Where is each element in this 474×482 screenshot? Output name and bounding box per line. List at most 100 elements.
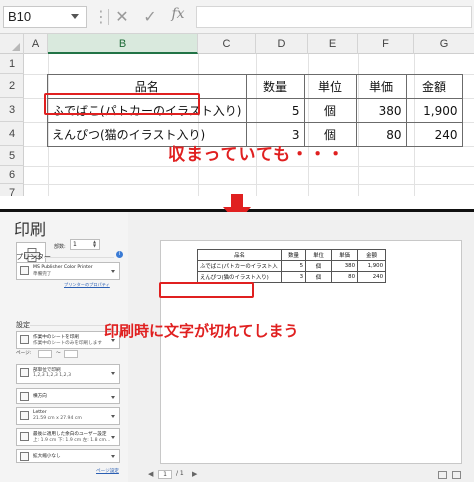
printer-dropdown[interactable]: MS Publisher Color Printer 準備完了 — [16, 262, 120, 280]
printer-status: 準備完了 — [33, 272, 52, 277]
total-pages: / 1 — [176, 470, 184, 477]
row-header-5[interactable]: 5 — [0, 146, 24, 166]
paper-size-dropdown[interactable]: Letter 21.59 cm x 27.94 cm — [16, 407, 120, 425]
margins-dropdown[interactable]: 最後に適用した余白のユーザー設定 上: 1.9 cm 下: 1.9 cm 左: … — [16, 428, 120, 446]
preview-table-row: ふでばこ(パトカーのイラスト入 5 個 380 1,900 — [197, 260, 386, 272]
next-page-icon[interactable]: ▶ — [192, 470, 197, 478]
current-page-input[interactable]: 1 — [158, 470, 172, 479]
insert-function-icon[interactable]: fx — [168, 6, 188, 28]
collate-icon — [20, 368, 29, 377]
print-title: 印刷 — [14, 220, 47, 239]
preview-cell: えんぴつ(猫のイラスト入り) — [197, 271, 282, 283]
formula-separator — [108, 9, 109, 25]
printer-small-icon — [20, 266, 29, 275]
scaling-dropdown[interactable]: 拡大縮小なし — [16, 449, 120, 463]
zoom-to-page-icon[interactable] — [452, 471, 461, 479]
column-header-d[interactable]: D — [256, 34, 308, 54]
column-header-b[interactable]: B — [48, 34, 198, 54]
settings-section-heading: 設定 — [16, 321, 30, 329]
print-scope-desc: 作業中のシートのみを印刷します — [33, 341, 102, 346]
pages-to-input[interactable] — [64, 350, 78, 358]
show-margins-icon[interactable] — [438, 471, 447, 479]
pages-range: ページ: ～ — [16, 350, 120, 360]
print-backstage: 印刷 印刷 部数: 1 ▲▼ プリンター i MS Publisher Colo… — [0, 212, 474, 482]
preview-header-cell: 品名 — [197, 249, 282, 261]
chevron-down-icon — [111, 270, 115, 273]
orientation-icon — [20, 392, 29, 401]
header-cell[interactable]: 金額 — [405, 74, 463, 99]
pages-to-label: ～ — [56, 351, 61, 356]
collate-dropdown[interactable]: 部単位で印刷 1,2,3 1,2,3 1,2,3 — [16, 364, 120, 384]
preview-highlight-box — [159, 282, 254, 298]
preview-header-cell: 単位 — [305, 249, 332, 261]
pages-label: ページ: — [16, 351, 32, 356]
quantity-cell[interactable]: 5 — [245, 98, 305, 123]
preview-header-cell: 金額 — [357, 249, 386, 261]
info-icon[interactable]: i — [116, 251, 123, 258]
header-cell[interactable]: 単価 — [355, 74, 407, 99]
chevron-down-icon — [111, 436, 115, 439]
column-header-a[interactable]: A — [24, 34, 48, 54]
preview-cell: ふでばこ(パトカーのイラスト入 — [197, 260, 282, 272]
paper-size-value: Letter — [33, 410, 47, 415]
row-header-3[interactable]: 3 — [0, 98, 24, 122]
row-header-1[interactable]: 1 — [0, 54, 24, 74]
sheet-icon — [20, 335, 29, 344]
page-setup-link[interactable]: ページ設定 — [96, 468, 119, 474]
row-header-4[interactable]: 4 — [0, 122, 24, 146]
preview-header-row: 品名 数量 単位 単価 金額 — [197, 249, 386, 261]
tutorial-screenshot: B10 ⋮ ✕ ✓ fx A B C D E F G 1 2 3 4 5 6 7 — [0, 0, 474, 482]
column-header-g[interactable]: G — [414, 34, 474, 54]
annotation-text: 収まっていても・・・ — [168, 145, 346, 165]
formula-bar: B10 ⋮ ✕ ✓ fx — [0, 0, 474, 34]
chevron-down-icon — [111, 415, 115, 418]
column-header-c[interactable]: C — [198, 34, 256, 54]
preview-header-cell: 単価 — [331, 249, 358, 261]
row-header-7[interactable]: 7 — [0, 184, 24, 199]
print-settings-panel: 印刷 印刷 部数: 1 ▲▼ プリンター i MS Publisher Colo… — [0, 212, 128, 482]
preview-cell: 80 — [331, 271, 358, 283]
paper-size-desc: 21.59 cm x 27.94 cm — [33, 416, 82, 421]
price-cell[interactable]: 80 — [355, 122, 407, 147]
select-all-corner[interactable] — [0, 34, 24, 54]
name-box-dropdown-icon[interactable] — [71, 14, 79, 19]
cancel-icon[interactable]: ✕ — [112, 6, 132, 28]
copies-stepper-icon[interactable]: ▲ ▼ — [93, 240, 96, 248]
chevron-down-icon — [111, 455, 115, 458]
preview-cell: 個 — [305, 260, 332, 272]
formula-input[interactable] — [196, 6, 472, 28]
pages-from-input[interactable] — [38, 350, 52, 358]
print-annotation-text: 印刷時に文字が切れてしまう — [104, 322, 299, 340]
orientation-dropdown[interactable]: 横方向 — [16, 388, 120, 404]
collate-desc: 1,2,3 1,2,3 1,2,3 — [33, 373, 71, 378]
enter-icon[interactable]: ✓ — [140, 6, 160, 28]
prev-page-icon[interactable]: ◀ — [148, 470, 153, 478]
row-header-6[interactable]: 6 — [0, 166, 24, 184]
amount-cell[interactable]: 1,900 — [405, 98, 463, 123]
header-cell[interactable]: 数量 — [245, 74, 305, 99]
margins-icon — [20, 432, 29, 441]
orientation-value: 横方向 — [33, 394, 47, 399]
header-cell[interactable]: 単位 — [303, 74, 357, 99]
highlight-box — [44, 93, 200, 115]
preview-table: 品名 数量 単位 単価 金額 ふでばこ(パトカーのイラスト入 5 個 380 1… — [197, 249, 386, 283]
preview-cell: 240 — [357, 271, 386, 283]
row-header-2[interactable]: 2 — [0, 74, 24, 98]
preview-cell: 1,900 — [357, 260, 386, 272]
preview-cell: 380 — [331, 260, 358, 272]
preview-cell: 5 — [281, 260, 306, 272]
preview-page: 品名 数量 単位 単価 金額 ふでばこ(パトカーのイラスト入 5 個 380 1… — [160, 240, 462, 464]
column-header-e[interactable]: E — [308, 34, 358, 54]
scaling-value: 拡大縮小なし — [33, 454, 61, 459]
copies-label: 部数: — [54, 244, 66, 250]
preview-cell: 3 — [281, 271, 306, 283]
margins-desc: 上: 1.9 cm 下: 1.9 cm 左: 1.8 cm... — [33, 438, 111, 443]
unit-cell[interactable]: 個 — [303, 98, 357, 123]
printer-name: MS Publisher Color Printer — [33, 265, 93, 270]
price-cell[interactable]: 380 — [355, 98, 407, 123]
amount-cell[interactable]: 240 — [405, 122, 463, 147]
column-header-f[interactable]: F — [358, 34, 414, 54]
printer-properties-link[interactable]: プリンターのプロパティ — [64, 282, 110, 288]
chevron-down-icon — [111, 396, 115, 399]
scaling-icon — [20, 452, 29, 461]
